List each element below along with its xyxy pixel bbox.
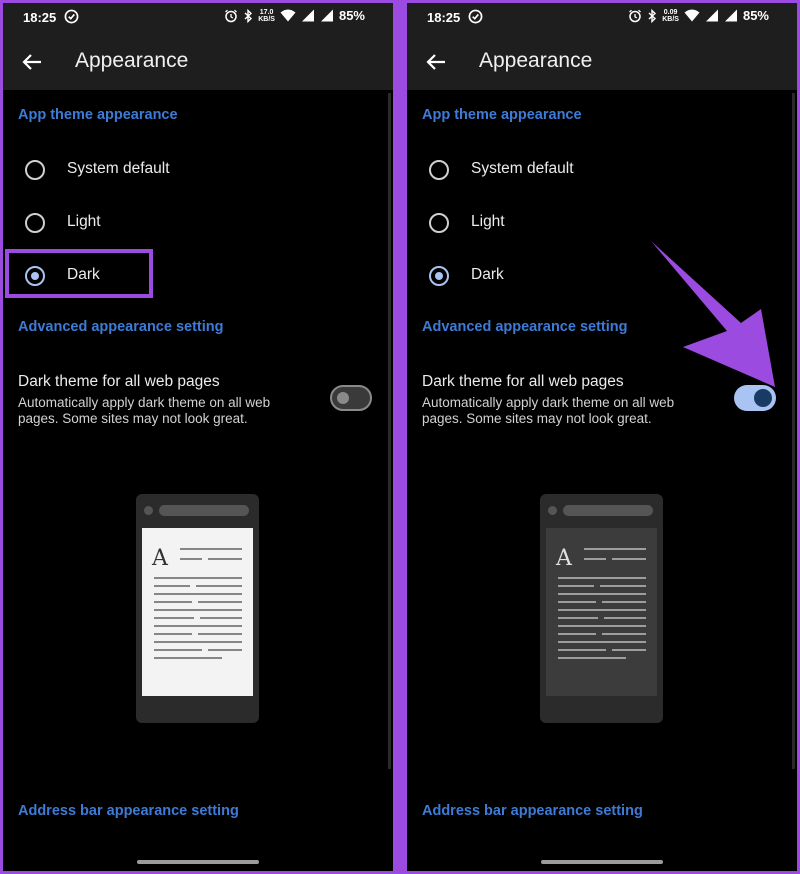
preview-dot: [548, 506, 557, 515]
status-bar: 18:25 0.09 KB/S 85%: [407, 3, 797, 33]
preview-dot: [144, 506, 153, 515]
radio-button[interactable]: [429, 160, 449, 180]
wifi-icon: [684, 9, 700, 22]
network-speed: 17.0 KB/S: [258, 8, 275, 23]
dark-web-setting-title: Dark theme for all web pages: [422, 373, 624, 390]
preview-glyph: A: [151, 546, 169, 571]
option-light[interactable]: Light: [3, 203, 393, 243]
option-label: Dark: [471, 266, 504, 283]
radio-button[interactable]: [25, 213, 45, 233]
section-header-advanced: Advanced appearance setting: [422, 319, 628, 335]
screen-after: 18:25 0.09 KB/S 85% Appearance App theme…: [407, 3, 797, 871]
preview-url-bar: [159, 505, 249, 516]
option-label: System default: [471, 160, 574, 177]
highlight-box: [5, 249, 153, 298]
section-header-theme: App theme appearance: [18, 107, 178, 123]
preview-page: A: [142, 528, 253, 696]
signal-icon-2: [724, 9, 737, 22]
scrollbar[interactable]: [388, 93, 391, 769]
page-title: Appearance: [75, 49, 189, 72]
radio-button[interactable]: [25, 160, 45, 180]
signal-icon: [301, 9, 314, 22]
back-arrow-icon[interactable]: [21, 51, 43, 73]
preview-glyph: A: [555, 546, 573, 571]
network-speed: 0.09 KB/S: [662, 8, 679, 23]
dark-web-setting-description: Automatically apply dark theme on all we…: [422, 395, 675, 426]
alarm-icon: [225, 9, 238, 22]
option-label: Light: [67, 213, 101, 230]
pointer-arrow-icon: [651, 241, 775, 387]
section-header-address-bar: Address bar appearance setting: [18, 803, 239, 819]
dark-web-toggle[interactable]: [330, 385, 372, 411]
sync-check-icon: [468, 9, 483, 24]
theme-preview-illustration: A: [540, 494, 663, 723]
option-light[interactable]: Light: [407, 203, 797, 243]
battery-level: 85%: [338, 8, 365, 23]
section-header-address-bar: Address bar appearance setting: [422, 803, 643, 819]
signal-icon: [705, 9, 718, 22]
option-system-default[interactable]: System default: [407, 150, 797, 190]
scrollbar[interactable]: [792, 93, 795, 769]
alarm-icon: [629, 9, 642, 22]
radio-button-selected[interactable]: [429, 266, 449, 286]
wifi-icon: [280, 9, 296, 22]
battery-level: 85%: [742, 8, 769, 23]
preview-url-bar: [563, 505, 653, 516]
section-header-theme: App theme appearance: [422, 107, 582, 123]
home-indicator[interactable]: [137, 860, 259, 864]
status-time: 18:25: [427, 10, 461, 25]
option-label: Light: [471, 213, 505, 230]
page-title: Appearance: [479, 49, 593, 72]
app-bar: Appearance: [3, 33, 393, 90]
section-header-advanced: Advanced appearance setting: [18, 319, 224, 335]
app-bar: Appearance: [407, 33, 797, 90]
option-system-default[interactable]: System default: [3, 150, 393, 190]
screen-before: 18:25 17.0 KB/S 85% Appearance App theme…: [3, 3, 393, 871]
dark-web-setting-description: Automatically apply dark theme on all we…: [18, 395, 271, 426]
dark-web-setting-title: Dark theme for all web pages: [18, 373, 220, 390]
option-label: System default: [67, 160, 170, 177]
home-indicator[interactable]: [541, 860, 663, 864]
bluetooth-icon: [648, 8, 657, 23]
status-bar: 18:25 17.0 KB/S 85%: [3, 3, 393, 33]
signal-icon-2: [320, 9, 333, 22]
back-arrow-icon[interactable]: [425, 51, 447, 73]
preview-page: A: [546, 528, 657, 696]
bluetooth-icon: [244, 8, 253, 23]
radio-button[interactable]: [429, 213, 449, 233]
status-time: 18:25: [23, 10, 57, 25]
theme-preview-illustration: A: [136, 494, 259, 723]
sync-check-icon: [64, 9, 79, 24]
